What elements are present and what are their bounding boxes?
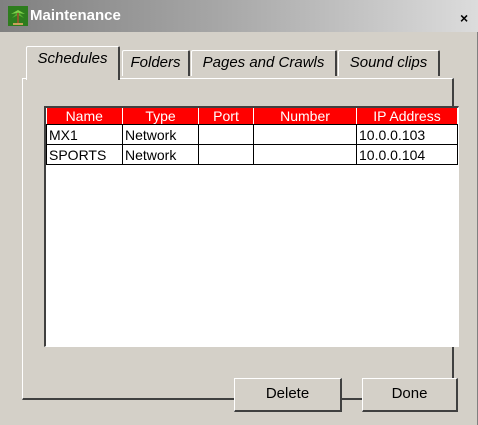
column-header-type[interactable]: Type bbox=[122, 108, 199, 125]
tab-label: Folders bbox=[130, 54, 181, 71]
title-bar[interactable]: Maintenance × bbox=[0, 0, 478, 32]
tab-label: Sound clips bbox=[349, 54, 428, 71]
cell-type[interactable]: Network bbox=[122, 124, 199, 145]
cell-number[interactable] bbox=[253, 124, 357, 145]
cell-name[interactable]: MX1 bbox=[46, 124, 123, 145]
cell-ip-address[interactable]: 10.0.0.103 bbox=[356, 124, 458, 145]
cell-name[interactable]: SPORTS bbox=[46, 144, 123, 165]
column-header-name[interactable]: Name bbox=[46, 108, 123, 125]
delete-button[interactable]: Delete bbox=[234, 378, 342, 412]
column-header-ip-address[interactable]: IP Address bbox=[356, 108, 458, 125]
cell-number[interactable] bbox=[253, 144, 357, 165]
cell-port[interactable] bbox=[198, 144, 254, 165]
cell-port[interactable] bbox=[198, 124, 254, 145]
schedules-grid[interactable]: Name Type Port Number IP Address MX1 Net… bbox=[44, 106, 459, 347]
column-header-number[interactable]: Number bbox=[253, 108, 357, 125]
tab-folders[interactable]: Folders bbox=[122, 50, 190, 76]
tab-schedules[interactable]: Schedules bbox=[26, 46, 120, 80]
table-row[interactable]: SPORTS Network 10.0.0.104 bbox=[46, 144, 458, 165]
maintenance-dialog: Maintenance × Schedules Folders Pages an… bbox=[0, 0, 478, 425]
done-button[interactable]: Done bbox=[362, 378, 458, 412]
close-button[interactable]: × bbox=[460, 11, 478, 29]
table-header-row: Name Type Port Number IP Address bbox=[46, 108, 458, 125]
tab-label: Schedules bbox=[37, 50, 108, 67]
table-row[interactable]: MX1 Network 10.0.0.103 bbox=[46, 124, 458, 145]
schedules-table: Name Type Port Number IP Address MX1 Net… bbox=[46, 108, 458, 165]
palm-tree-icon bbox=[8, 6, 28, 26]
cell-ip-address[interactable]: 10.0.0.104 bbox=[356, 144, 458, 165]
tab-pages-and-crawls[interactable]: Pages and Crawls bbox=[191, 50, 337, 76]
tab-sound-clips[interactable]: Sound clips bbox=[338, 50, 440, 76]
tab-label: Pages and Crawls bbox=[202, 54, 325, 71]
window-title: Maintenance bbox=[30, 7, 121, 24]
column-header-port[interactable]: Port bbox=[198, 108, 254, 125]
cell-type[interactable]: Network bbox=[122, 144, 199, 165]
